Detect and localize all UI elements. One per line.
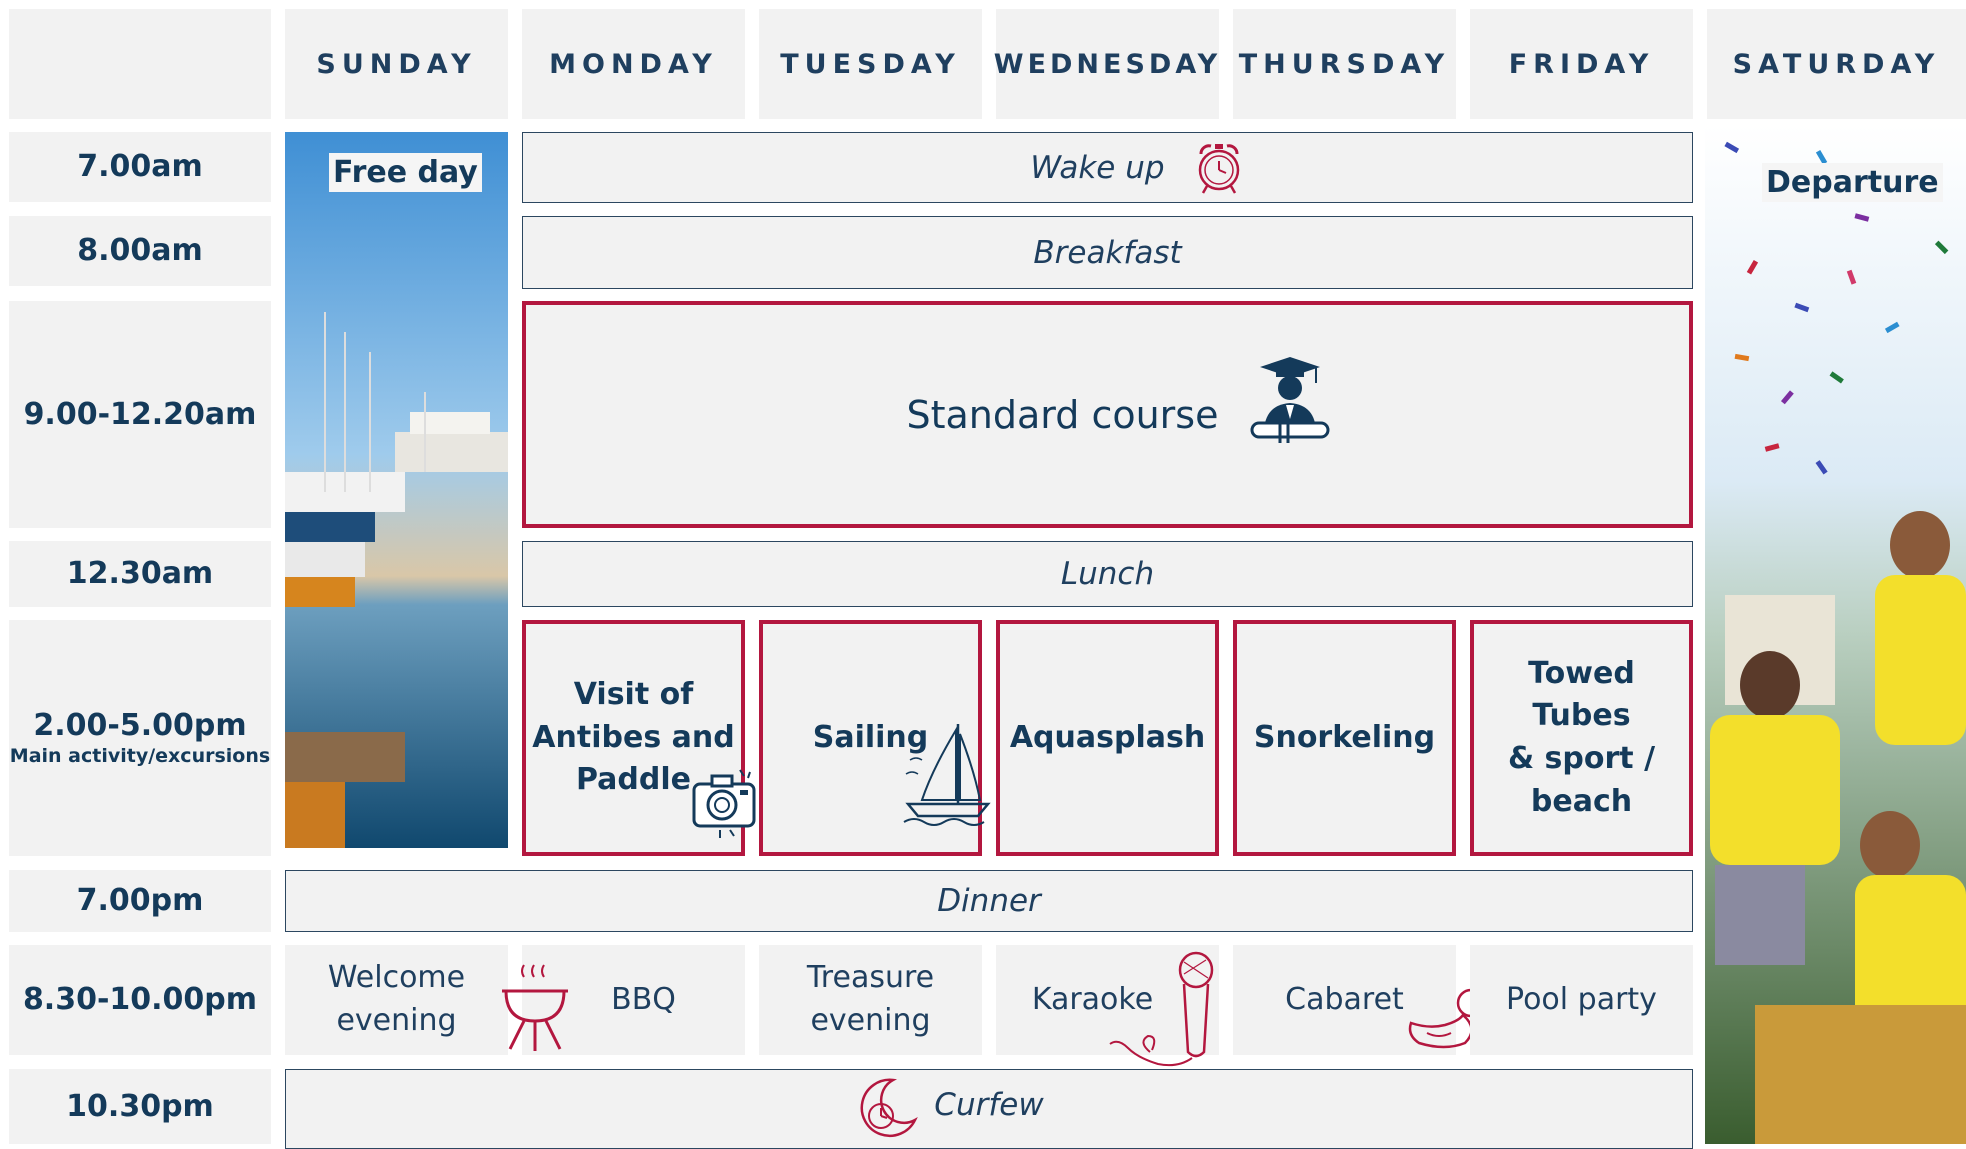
wake-up-bar: Wake up	[522, 132, 1693, 203]
day-header-wednesday: WEDNESDAY	[994, 9, 1219, 119]
activity-wednesday: Aquasplash	[996, 620, 1219, 856]
time-afternoon: 2.00-5.00pm Main activity/excursions	[9, 620, 271, 856]
evening-monday-label: BBQ	[611, 981, 676, 1017]
activity-friday-line2: & sport /	[1507, 741, 1656, 776]
activity-monday-line1: Visit of	[573, 677, 694, 713]
time-evening: 8.30-10.00pm	[9, 945, 271, 1055]
lunch-label: Lunch	[1060, 556, 1155, 592]
activity-wednesday-label: Aquasplash	[1009, 719, 1206, 755]
harbour-illustration	[285, 132, 508, 848]
evening-sunday-line2: evening	[336, 1003, 457, 1038]
alarm-clock-icon	[1198, 144, 1240, 194]
day-header-sunday: SUNDAY	[285, 9, 508, 119]
dinner-bar: Dinner	[285, 870, 1693, 932]
camera-icon	[692, 769, 756, 838]
day-header-thursday: THURSDAY	[1233, 9, 1456, 119]
curfew-label: Curfew	[934, 1087, 1044, 1123]
activity-monday-line2: Antibes and	[532, 719, 735, 755]
breakfast-label: Breakfast	[1033, 234, 1182, 271]
standard-course-block: Standard course	[522, 301, 1693, 528]
time-afternoon-label: 2.00-5.00pm	[33, 708, 247, 744]
standard-course-label: Standard course	[906, 392, 1219, 437]
graduate-icon	[1250, 357, 1330, 443]
evening-tuesday-line2: evening	[810, 1003, 931, 1038]
header-corner	[9, 9, 271, 119]
breakfast-bar: Breakfast	[522, 216, 1693, 289]
activity-thursday: Snorkeling	[1233, 620, 1456, 856]
day-header-saturday: SATURDAY	[1707, 9, 1966, 119]
saturday-departure-label: Departure	[1762, 163, 1943, 202]
day-header-tuesday: TUESDAY	[759, 9, 982, 119]
evening-tuesday-line1: Treasure	[806, 960, 935, 996]
sailboat-icon	[903, 724, 991, 826]
bbq-grill-icon	[502, 964, 568, 1051]
evening-thursday-label: Cabaret	[1285, 981, 1404, 1017]
celebration-illustration	[1705, 125, 1966, 1144]
activity-monday-line3: Paddle	[575, 762, 691, 798]
evening-sunday-line1: Welcome	[327, 960, 466, 996]
evening-friday: Pool party	[1470, 945, 1693, 1055]
dinner-label: Dinner	[937, 883, 1041, 919]
wake-up-label: Wake up	[1030, 149, 1165, 186]
time-8am: 8.00am	[9, 216, 271, 286]
day-header-friday: FRIDAY	[1470, 9, 1693, 119]
sunday-free-day-label: Free day	[329, 153, 482, 192]
saturday-departure-photo: Departure	[1705, 125, 1966, 1144]
time-dinner: 7.00pm	[9, 870, 271, 932]
activity-friday-line3: beach	[1530, 783, 1633, 819]
moon-clock-icon	[860, 1078, 918, 1138]
time-afternoon-sub: Main activity/excursions	[9, 744, 271, 767]
time-7am: 7.00am	[9, 132, 271, 202]
time-morning-course: 9.00-12.20am	[9, 301, 271, 528]
evening-sunday: Welcome evening	[285, 945, 508, 1055]
sunday-harbour-photo: Free day	[285, 132, 508, 848]
day-header-monday: MONDAY	[522, 9, 745, 119]
time-lunch: 12.30am	[9, 541, 271, 607]
lunch-bar: Lunch	[522, 541, 1693, 607]
curfew-bar: Curfew	[285, 1069, 1693, 1149]
activity-thursday-label: Snorkeling	[1253, 719, 1436, 755]
evening-tuesday: Treasure evening	[759, 945, 982, 1055]
evening-friday-label: Pool party	[1506, 981, 1657, 1017]
microphone-icon	[1109, 951, 1214, 1067]
activity-friday: Towed Tubes & sport / beach	[1470, 620, 1693, 856]
time-curfew: 10.30pm	[9, 1069, 271, 1144]
activity-friday-line1: Towed Tubes	[1528, 655, 1635, 734]
